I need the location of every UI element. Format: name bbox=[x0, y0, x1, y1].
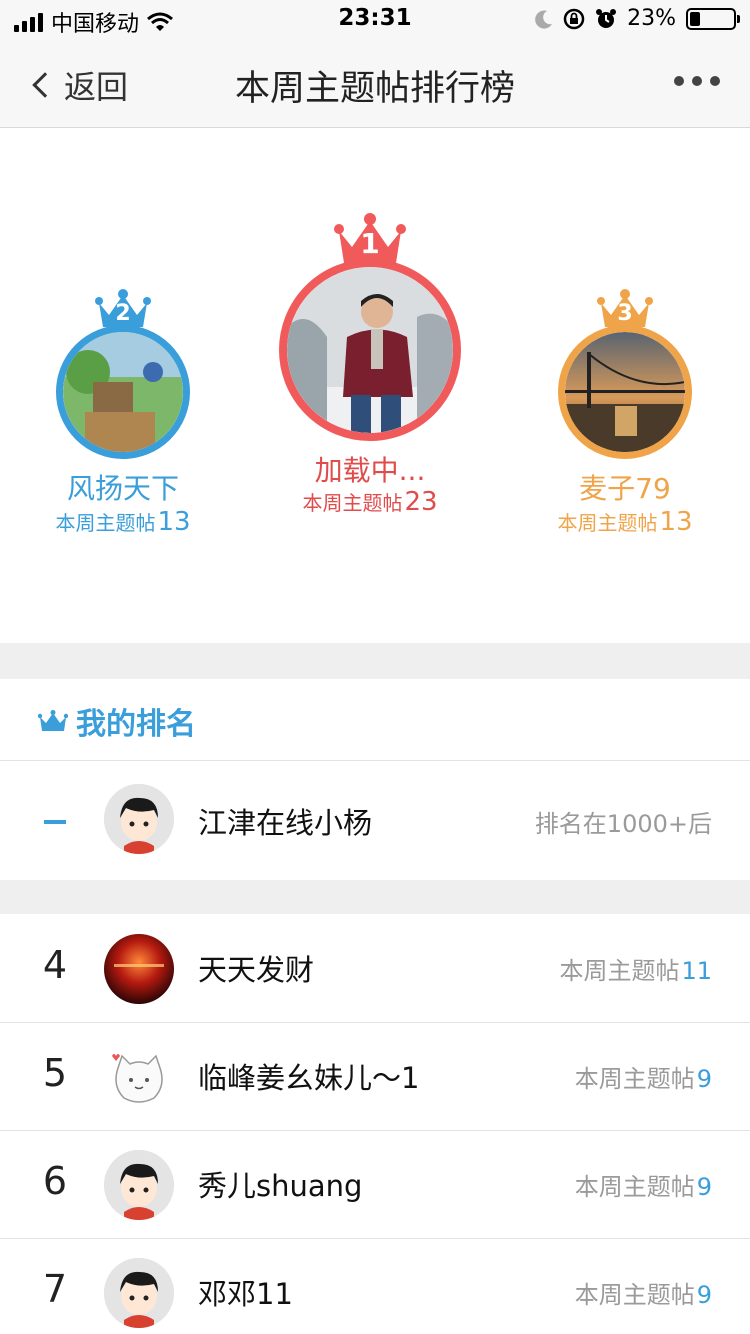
avatar-image bbox=[104, 934, 174, 1004]
post-count: 本周主题帖9 bbox=[575, 1059, 712, 1094]
winner-count: 本周主题帖13 bbox=[23, 507, 223, 537]
crown-icon bbox=[38, 710, 68, 731]
winner-third[interactable]: 3 麦子79 本周主题帖13 bbox=[525, 289, 725, 539]
more-button[interactable] bbox=[674, 70, 720, 92]
rank-placeholder bbox=[44, 820, 66, 824]
crown-rank-number: 1 bbox=[360, 227, 380, 260]
winner-first[interactable]: 1 加载中... 本周主题帖23 bbox=[270, 213, 470, 523]
count-value: 23 bbox=[404, 487, 438, 517]
avatar-image bbox=[104, 784, 174, 854]
my-rank-row[interactable]: 江津在线小杨 排名在1000+后 bbox=[0, 762, 750, 880]
count-label: 本周主题帖 bbox=[302, 491, 403, 515]
count-label: 本周主题帖 bbox=[559, 957, 680, 985]
winner-name: 风扬天下 bbox=[66, 472, 179, 505]
count-label: 本周主题帖 bbox=[55, 511, 156, 535]
winner-count: 本周主题帖13 bbox=[525, 507, 725, 537]
nav-bar: 返回 本周主题帖排行榜 bbox=[0, 40, 750, 128]
post-count: 本周主题帖9 bbox=[575, 1275, 712, 1310]
my-rank-title: 我的排名 bbox=[76, 707, 196, 742]
avatar[interactable] bbox=[56, 325, 190, 459]
avatar[interactable] bbox=[279, 259, 461, 441]
avatar[interactable] bbox=[558, 325, 692, 459]
user-name: 秀儿shuang bbox=[198, 1169, 363, 1203]
count-label: 本周主题帖 bbox=[574, 1173, 695, 1201]
moon-icon bbox=[535, 10, 553, 29]
user-name: 临峰姜幺妹儿～1 bbox=[198, 1061, 420, 1095]
battery-icon bbox=[686, 7, 740, 30]
status-bar: 中国移动 23:31 23% bbox=[0, 0, 750, 40]
count-label: 本周主题帖 bbox=[574, 1065, 695, 1093]
avatar[interactable] bbox=[104, 1150, 174, 1220]
count-value: 13 bbox=[659, 507, 693, 537]
rank-number: 6 bbox=[42, 1159, 68, 1203]
list-item[interactable]: 7 邓邓11 本周主题帖9 bbox=[0, 1239, 750, 1334]
section-divider bbox=[0, 643, 750, 679]
ellipsis-dot bbox=[692, 76, 702, 86]
list-item[interactable]: 5 临峰姜幺妹儿～1 本周主题帖9 bbox=[0, 1023, 750, 1131]
rank-number: 7 bbox=[42, 1267, 68, 1311]
count-value: 11 bbox=[681, 957, 712, 985]
list-item[interactable]: 4 天天发财 本周主题帖11 bbox=[0, 915, 750, 1023]
avatar-image bbox=[565, 332, 685, 452]
user-name: 天天发财 bbox=[198, 953, 315, 987]
ellipsis-dot bbox=[710, 76, 720, 86]
ellipsis-icon bbox=[674, 76, 684, 86]
post-count: 本周主题帖11 bbox=[559, 951, 712, 986]
rotation-lock-icon bbox=[563, 8, 585, 29]
crown-icon: 2 bbox=[95, 289, 151, 329]
avatar-image bbox=[104, 1042, 174, 1112]
avatar[interactable] bbox=[104, 1258, 174, 1328]
podium: 2 风扬天下 本周主题帖13 1 加载中... 本周主题帖23 3 麦子79 本… bbox=[0, 129, 750, 643]
battery-percent: 23% bbox=[627, 6, 676, 31]
section-divider bbox=[0, 880, 750, 914]
count-label: 本周主题帖 bbox=[557, 511, 658, 535]
count-value: 9 bbox=[696, 1173, 712, 1201]
rank-number: 4 bbox=[42, 943, 68, 987]
winner-second[interactable]: 2 风扬天下 本周主题帖13 bbox=[23, 289, 223, 539]
count-value: 9 bbox=[696, 1281, 712, 1309]
my-rank-status: 排名在1000+后 bbox=[534, 810, 712, 838]
winner-name: 加载中... bbox=[314, 454, 426, 487]
count-label: 本周主题帖 bbox=[574, 1281, 695, 1309]
rank-number: 5 bbox=[42, 1051, 68, 1095]
crown-rank-number: 3 bbox=[617, 301, 633, 326]
count-value: 13 bbox=[157, 507, 191, 537]
page-title: 本周主题帖排行榜 bbox=[234, 69, 515, 109]
my-name: 江津在线小杨 bbox=[198, 806, 373, 840]
avatar[interactable] bbox=[104, 934, 174, 1004]
avatar-image bbox=[104, 1150, 174, 1220]
list-item[interactable]: 6 秀儿shuang 本周主题帖9 bbox=[0, 1131, 750, 1239]
avatar-image bbox=[287, 267, 453, 433]
status-right: 23% bbox=[535, 6, 740, 31]
avatar-image bbox=[63, 332, 183, 452]
count-value: 9 bbox=[696, 1065, 712, 1093]
user-name: 邓邓11 bbox=[198, 1277, 293, 1311]
crown-icon: 3 bbox=[597, 289, 653, 329]
crown-icon: 1 bbox=[334, 213, 406, 265]
avatar[interactable] bbox=[104, 784, 174, 854]
post-count: 本周主题帖9 bbox=[575, 1167, 712, 1202]
avatar-image bbox=[104, 1258, 174, 1328]
battery-level bbox=[690, 11, 700, 26]
alarm-icon bbox=[596, 8, 617, 28]
winner-count: 本周主题帖23 bbox=[270, 487, 470, 517]
crown-rank-number: 2 bbox=[115, 301, 131, 326]
avatar[interactable] bbox=[104, 1042, 174, 1112]
my-rank-header: 我的排名 bbox=[0, 679, 750, 761]
winner-name: 麦子79 bbox=[579, 472, 671, 505]
